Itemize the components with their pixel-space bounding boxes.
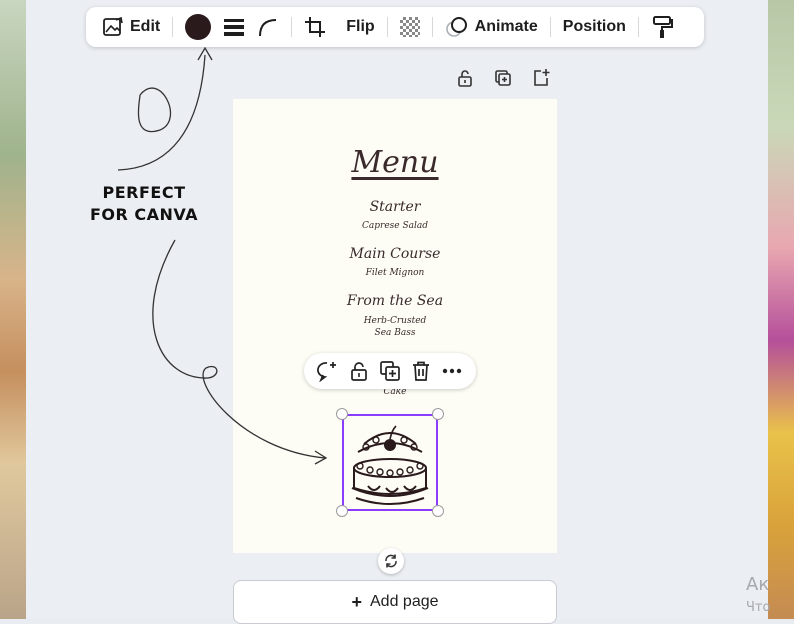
background-photo-left bbox=[0, 0, 26, 619]
edit-button[interactable]: Edit bbox=[96, 12, 166, 42]
menu-detail-sea: Herb-Crusted bbox=[363, 316, 427, 326]
toolbar-divider bbox=[291, 17, 293, 37]
comment-add-icon bbox=[316, 362, 336, 382]
annotation-line-1: PERFECT bbox=[102, 183, 186, 202]
line-weight-icon bbox=[224, 19, 245, 36]
trash-icon bbox=[413, 361, 430, 381]
element-toolbar: Edit Flip Animate Position bbox=[86, 7, 704, 47]
menu-detail-sea-2: Sea Bass bbox=[374, 328, 416, 338]
annotation-line-2: FOR CANVA bbox=[89, 205, 199, 224]
menu-detail-main: Filet Mignon bbox=[365, 268, 425, 278]
comment-button[interactable] bbox=[316, 359, 340, 383]
duplicate-icon bbox=[380, 361, 400, 381]
selection-box[interactable] bbox=[342, 414, 438, 511]
edit-label: Edit bbox=[130, 18, 161, 35]
menu-heading-main: Main Course bbox=[349, 246, 441, 262]
toolbar-divider bbox=[431, 17, 433, 37]
more-icon bbox=[443, 368, 462, 374]
border-style-button[interactable] bbox=[217, 12, 251, 42]
more-options-button[interactable] bbox=[440, 359, 464, 383]
position-label: Position bbox=[562, 18, 626, 35]
crop-button[interactable] bbox=[298, 12, 332, 42]
annotation-text: PERFECT FOR CANVA bbox=[80, 182, 208, 226]
color-button[interactable] bbox=[179, 12, 217, 42]
delete-button[interactable] bbox=[409, 359, 433, 383]
toolbar-divider bbox=[172, 17, 174, 37]
corner-rounding-button[interactable] bbox=[251, 12, 285, 42]
crop-icon bbox=[305, 17, 326, 37]
rotate-button[interactable] bbox=[378, 548, 404, 574]
menu-title: Menu bbox=[351, 145, 439, 180]
resize-handle-top-right[interactable] bbox=[432, 408, 444, 420]
selection-toolbar bbox=[304, 353, 476, 389]
lock-icon[interactable] bbox=[455, 68, 475, 88]
duplicate-page-icon[interactable] bbox=[493, 68, 513, 88]
duplicate-button[interactable] bbox=[378, 359, 402, 383]
rotate-icon bbox=[385, 554, 397, 568]
toolbar-divider bbox=[549, 17, 551, 37]
background-text-1: Ак bbox=[746, 574, 770, 595]
lock-icon bbox=[350, 362, 367, 381]
resize-handle-bottom-left[interactable] bbox=[336, 505, 348, 517]
add-page-button[interactable]: + Add page bbox=[233, 580, 557, 624]
resize-handle-top-left[interactable] bbox=[336, 408, 348, 420]
background-text-2: Что bbox=[746, 600, 771, 615]
color-swatch bbox=[185, 14, 212, 40]
add-page-label: Add page bbox=[370, 593, 439, 610]
toolbar-divider bbox=[386, 17, 388, 37]
flip-button[interactable]: Flip bbox=[340, 12, 380, 42]
copy-style-button[interactable] bbox=[645, 12, 679, 42]
image-edit-icon bbox=[103, 16, 123, 36]
menu-heading-sea: From the Sea bbox=[346, 293, 444, 309]
curve-icon bbox=[259, 19, 277, 37]
add-page-icon[interactable] bbox=[531, 68, 551, 88]
transparency-icon bbox=[399, 17, 420, 37]
plus-icon: + bbox=[351, 591, 362, 612]
transparency-button[interactable] bbox=[394, 12, 426, 42]
menu-detail-starter: Caprese Salad bbox=[362, 221, 428, 231]
page-tools bbox=[455, 68, 551, 88]
animate-label: Animate bbox=[474, 18, 538, 35]
resize-handle-bottom-right[interactable] bbox=[432, 505, 444, 517]
lock-element-button[interactable] bbox=[347, 359, 371, 383]
paint-roller-icon bbox=[652, 16, 673, 38]
position-button[interactable]: Position bbox=[557, 12, 632, 42]
animate-icon bbox=[445, 17, 467, 37]
toolbar-divider bbox=[637, 17, 639, 37]
animate-button[interactable]: Animate bbox=[439, 12, 544, 42]
menu-heading-starter: Starter bbox=[369, 199, 421, 215]
flip-label: Flip bbox=[346, 18, 375, 35]
background-photo-right bbox=[768, 0, 794, 619]
